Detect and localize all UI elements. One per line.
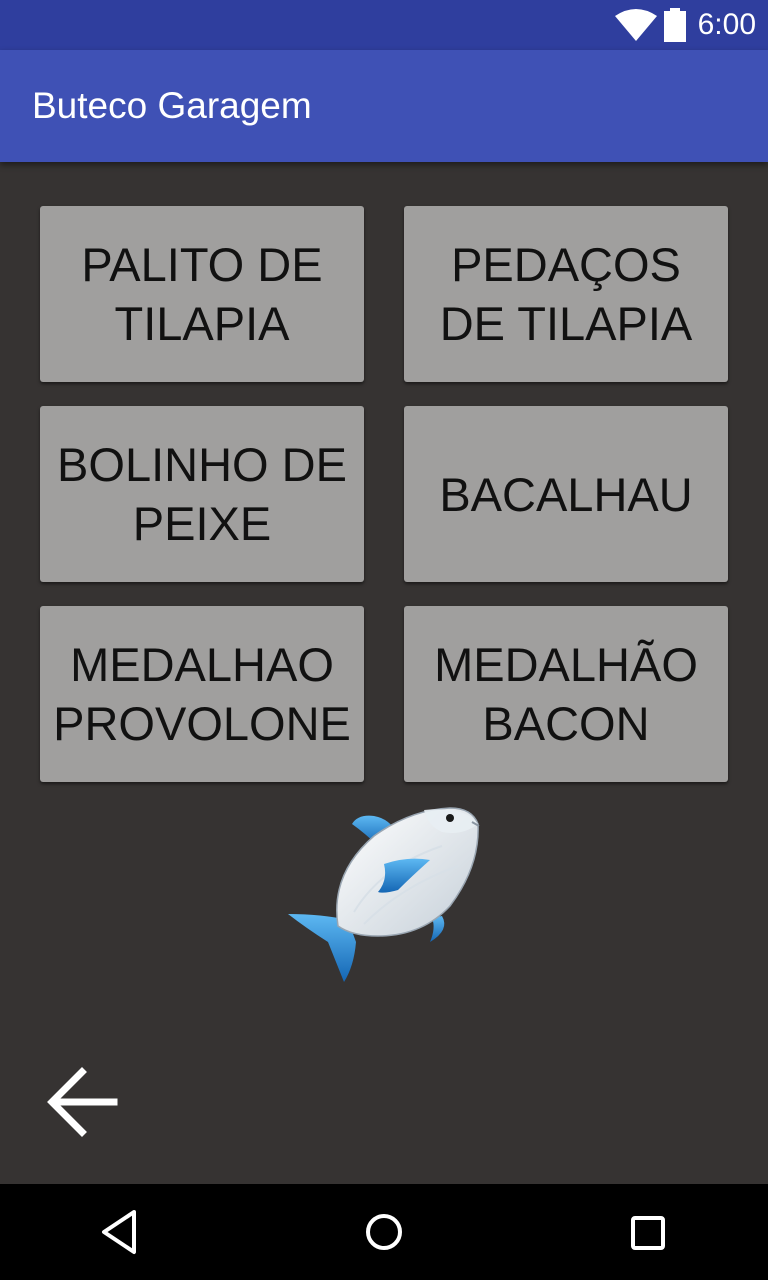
menu-button-medalhao-provolone[interactable]: MEDALHAO PROVOLONE xyxy=(40,606,364,782)
app-bar: Buteco Garagem xyxy=(0,50,768,162)
battery-icon xyxy=(664,8,686,42)
menu-button-label: PEDAÇOS DE TILAPIA xyxy=(439,238,693,350)
menu-button-pedacos-de-tilapia[interactable]: PEDAÇOS DE TILAPIA xyxy=(404,206,728,382)
menu-button-label: BACALHAU xyxy=(439,467,693,521)
menu-button-palito-de-tilapia[interactable]: PALITO DE TILAPIA xyxy=(40,206,364,382)
menu-button-label: MEDALHÃO BACON xyxy=(434,638,698,750)
menu-button-label: MEDALHAO PROVOLONE xyxy=(53,638,351,750)
nav-recents-icon[interactable] xyxy=(630,1215,666,1251)
status-time: 6:00 xyxy=(697,8,756,41)
nav-back-icon[interactable] xyxy=(98,1208,140,1256)
menu-button-bolinho-de-peixe[interactable]: BOLINHO DE PEIXE xyxy=(40,406,364,582)
nav-home-icon[interactable] xyxy=(364,1212,404,1252)
menu-button-bacalhau[interactable]: BACALHAU xyxy=(404,406,728,582)
status-bar: 6:00 xyxy=(0,0,768,50)
menu-button-label: BOLINHO DE PEIXE xyxy=(57,438,347,550)
arrow-back-icon[interactable] xyxy=(44,1066,120,1138)
wifi-icon xyxy=(615,9,657,41)
menu-button-medalhao-bacon[interactable]: MEDALHÃO BACON xyxy=(404,606,728,782)
fish-icon xyxy=(288,807,480,982)
app-title: Buteco Garagem xyxy=(32,85,312,126)
menu-button-label: PALITO DE TILAPIA xyxy=(81,238,323,350)
